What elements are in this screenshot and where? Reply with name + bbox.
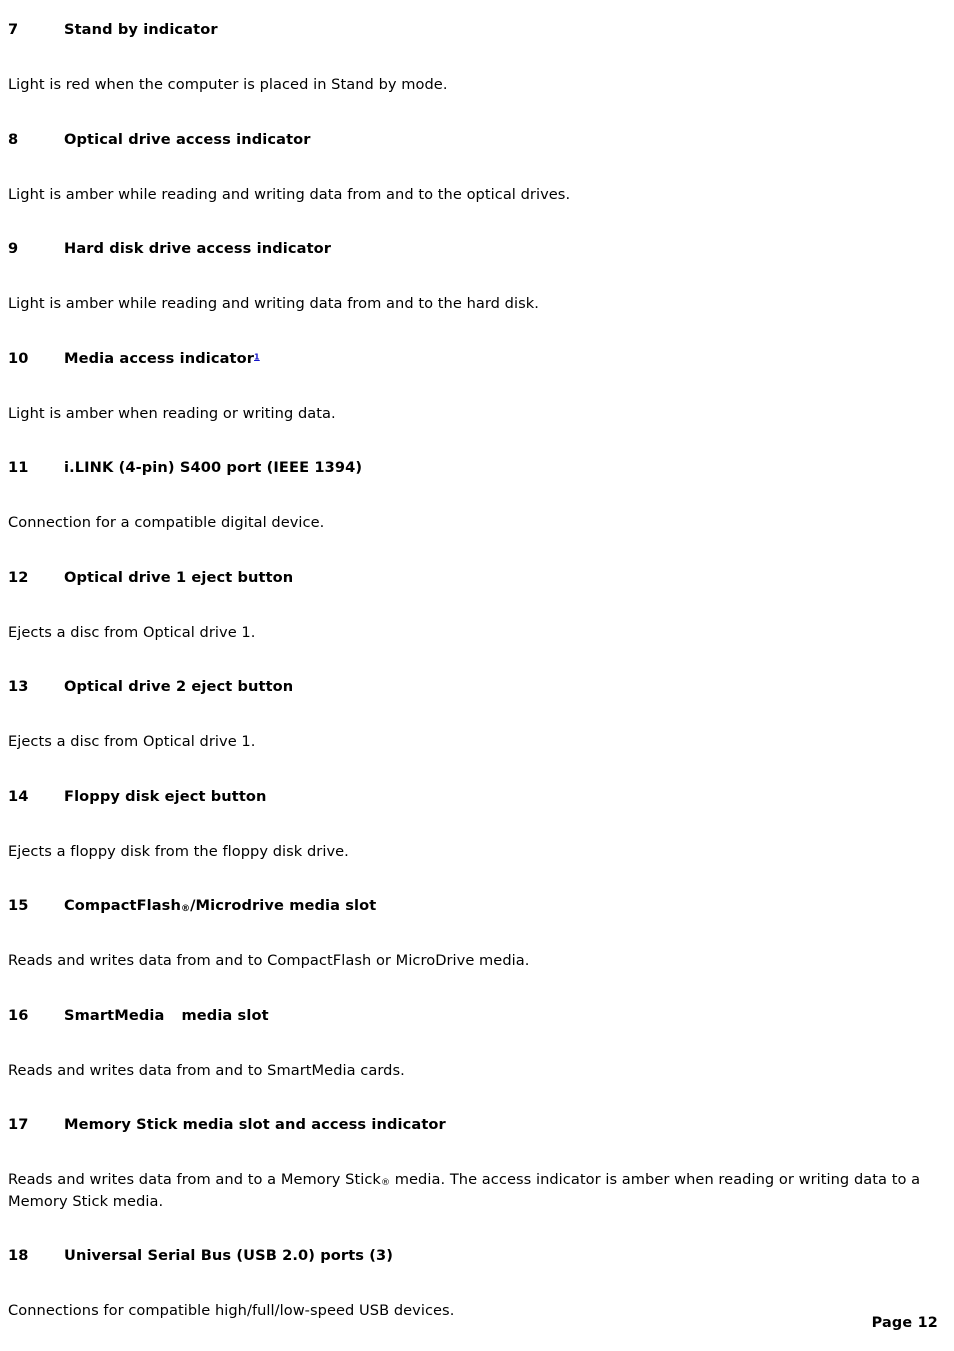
manual-entry: 9 Hard disk drive access indicator Light …: [8, 239, 940, 315]
entry-number: 18: [8, 1247, 29, 1264]
manual-entry: 7 Stand by indicator Light is red when th…: [8, 20, 940, 96]
entry-title: Memory Stick media slot and access indic…: [64, 1116, 446, 1133]
entry-number: 13: [8, 678, 29, 695]
document-page: 7 Stand by indicator Light is red when th…: [0, 0, 954, 1351]
entry-title: Stand by indicator: [64, 21, 218, 38]
entry-body: Ejects a disc from Optical drive 1.: [8, 733, 256, 750]
entry-number: 16: [8, 1006, 29, 1024]
entry-title: Optical drive 2 eject button: [64, 678, 294, 695]
entry-heading: 8 Optical drive access indicator: [8, 130, 940, 150]
footnote-reference-link[interactable]: 1: [254, 352, 260, 361]
entry-heading: 7 Stand by indicator: [8, 20, 940, 40]
manual-entry: 14 Floppy disk eject button Ejects a flop…: [8, 787, 940, 863]
manual-entry: 12 Optical drive 1 eject button Ejects a …: [8, 568, 940, 644]
entry-title-text-cont: media slot: [181, 1006, 269, 1024]
entry-body: Light is amber while reading and writing…: [8, 185, 571, 203]
entry-body: Connections for compatible high/full/low…: [8, 1302, 455, 1319]
entry-title-text: SmartMedia: [64, 1006, 165, 1024]
manual-entry: 17 Memory Stick media slot and access ind…: [8, 1115, 940, 1212]
entry-title: Optical drive access indicator: [64, 130, 311, 148]
entry-number: 15: [8, 897, 29, 914]
entry-title: CompactFlash®/Microdrive media slot: [64, 896, 376, 916]
entry-number: 7: [8, 21, 19, 38]
entry-heading: 14 Floppy disk eject button: [8, 787, 940, 807]
entry-number: 11: [8, 459, 29, 476]
registered-trademark-icon: ®: [180, 904, 191, 915]
manual-entry: 8 Optical drive access indicator Light is…: [8, 130, 940, 206]
entry-body: Reads and writes data from and to a Memo…: [8, 1169, 940, 1212]
registered-trademark-icon: ®: [380, 1178, 391, 1189]
entry-heading: 12 Optical drive 1 eject button: [8, 568, 940, 588]
entry-title: Floppy disk eject button: [64, 787, 267, 805]
entry-heading: 18 Universal Serial Bus (USB 2.0) ports (…: [8, 1246, 940, 1266]
entry-number: 10: [8, 349, 29, 367]
entry-heading: 13 Optical drive 2 eject button: [8, 677, 940, 697]
entry-heading: 10 Media access indicator1: [8, 349, 940, 369]
entry-body: Reads and writes data from and to Compac…: [8, 952, 530, 969]
manual-entry: 18 Universal Serial Bus (USB 2.0) ports (…: [8, 1246, 940, 1322]
manual-entry: 13 Optical drive 2 eject button Ejects a …: [8, 677, 940, 753]
entry-body: Light is amber when reading or writing d…: [8, 404, 336, 422]
entry-title: i.LINK (4-pin) S400 port (IEEE 1394): [64, 459, 363, 476]
entry-number: 14: [8, 787, 29, 805]
entry-number: 17: [8, 1116, 29, 1133]
entry-body: Connection for a compatible digital devi…: [8, 514, 325, 531]
entry-title: Hard disk drive access indicator: [64, 240, 332, 257]
entry-heading: 15 CompactFlash®/Microdrive media slot: [8, 896, 940, 916]
entry-number: 8: [8, 130, 19, 148]
entry-title-text: CompactFlash: [64, 897, 181, 914]
entry-title: Universal Serial Bus (USB 2.0) ports (3): [64, 1247, 394, 1264]
entry-title-text-cont: /Microdrive media slot: [190, 897, 377, 914]
entry-body-text: Reads and writes data from and to a Memo…: [8, 1171, 381, 1188]
manual-entry: 16 SmartMedia media slot Reads and writes …: [8, 1006, 940, 1082]
entry-heading: 16 SmartMedia media slot: [8, 1006, 940, 1026]
entry-title: Optical drive 1 eject button: [64, 568, 294, 586]
entry-title-text: Media access indicator: [64, 349, 255, 367]
manual-entry: 10 Media access indicator1 Light is amber…: [8, 349, 940, 425]
entry-heading: 17 Memory Stick media slot and access ind…: [8, 1115, 940, 1135]
entry-body: Ejects a disc from Optical drive 1.: [8, 623, 256, 641]
page-number-footer: Page 12: [871, 1315, 938, 1331]
manual-entry: 15 CompactFlash®/Microdrive media slot Re…: [8, 896, 940, 972]
entry-number: 12: [8, 568, 29, 586]
manual-entry: 11 i.LINK (4-pin) S400 port (IEEE 1394) C…: [8, 458, 940, 534]
entry-title: Media access indicator1: [64, 349, 260, 369]
document-content: 7 Stand by indicator Light is red when th…: [8, 0, 940, 1322]
entry-body: Light is red when the computer is placed…: [8, 76, 448, 93]
entry-number: 9: [8, 240, 19, 257]
entry-heading: 9 Hard disk drive access indicator: [8, 239, 940, 259]
entry-body: Ejects a floppy disk from the floppy dis…: [8, 842, 349, 860]
entry-body: Reads and writes data from and to SmartM…: [8, 1061, 405, 1079]
entry-body: Light is amber while reading and writing…: [8, 295, 539, 312]
entry-title: SmartMedia media slot: [64, 1006, 269, 1026]
entry-heading: 11 i.LINK (4-pin) S400 port (IEEE 1394): [8, 458, 940, 478]
